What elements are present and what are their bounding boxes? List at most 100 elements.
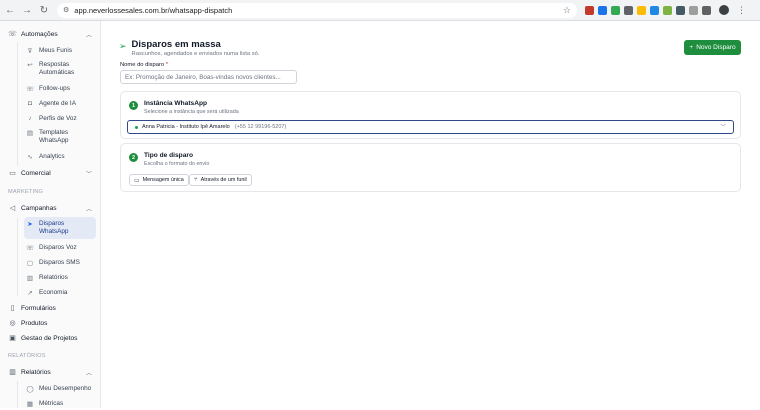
- sidebar-item-label: Respostas Automáticas: [39, 61, 75, 76]
- sidebar-item-label: Follow-ups: [39, 84, 70, 92]
- page-subtitle: Rascunhos, agendados e enviados numa lis…: [131, 51, 260, 57]
- chevron-down-icon: ﹀: [85, 171, 92, 178]
- box-icon: ◎: [9, 320, 16, 327]
- extension-icon[interactable]: [624, 5, 633, 15]
- sidebar-group-label: Comercial: [21, 169, 51, 177]
- branch-icon: ⑂: [194, 177, 198, 183]
- funnel-option[interactable]: ⑂ Através de um funil: [189, 174, 252, 186]
- report-icon: ▥: [9, 369, 16, 376]
- step-number-badge: 2: [129, 153, 138, 162]
- sidebar-item-label: Perfis de Voz: [39, 114, 77, 122]
- site-info-icon[interactable]: ⚙: [63, 6, 69, 14]
- chevron-up-icon: ︿: [85, 206, 92, 213]
- bookmark-star-icon[interactable]: ☆: [563, 5, 571, 16]
- dispatch-name-input[interactable]: [120, 70, 297, 84]
- chevron-up-icon: ︿: [85, 370, 92, 377]
- page-title: Disparos em massa: [131, 39, 221, 50]
- back-icon[interactable]: ←: [3, 3, 17, 17]
- extension-icon[interactable]: [611, 5, 620, 15]
- dispatch-type-title: Tipo de disparo: [144, 152, 193, 159]
- new-dispatch-button[interactable]: + Novo Disparo: [684, 40, 741, 55]
- single-message-option[interactable]: ▭ Mensagem única: [129, 174, 189, 186]
- url-text: app.neverlossesales.com.br/whatsapp-disp…: [74, 5, 233, 15]
- sidebar-group-label: Campanhas: [21, 204, 57, 212]
- sidebar-item-label: Produtos: [21, 319, 48, 327]
- forward-icon[interactable]: →: [20, 3, 34, 17]
- analytics-icon: ∿: [27, 153, 33, 161]
- sidebar-item-metricas[interactable]: ▦ Métricas: [0, 397, 101, 410]
- side-panel-icon[interactable]: [702, 5, 711, 15]
- browser-toolbar: ← → ↻ ⚙ app.neverlossesales.com.br/whats…: [0, 0, 760, 21]
- sidebar-item-disparos-sms[interactable]: ▢ Disparos SMS: [0, 256, 101, 269]
- option-label: Mensagem única: [142, 177, 184, 183]
- plus-icon: +: [689, 44, 694, 51]
- address-bar[interactable]: ⚙ app.neverlossesales.com.br/whatsapp-di…: [57, 2, 577, 18]
- sidebar-item-perfis-voz[interactable]: ♪ Perfis de Voz: [0, 112, 101, 125]
- sidebar-item-label: Economia: [39, 288, 68, 296]
- sidebar-item-meus-funis[interactable]: ⊽ Meus Funis: [0, 44, 101, 57]
- send-icon: ➤: [27, 221, 33, 228]
- form-icon: ▯: [10, 305, 15, 312]
- sidebar-item-relatorios-campanha[interactable]: ▥ Relatórios: [0, 271, 101, 284]
- user-icon: ◯: [26, 385, 34, 393]
- sidebar-item-label: Disparos SMS: [39, 258, 80, 266]
- extension-icon[interactable]: [650, 5, 659, 15]
- required-mark: *: [165, 62, 169, 68]
- extension-icon[interactable]: [598, 5, 607, 15]
- label-text: Nome do disparo: [120, 62, 165, 68]
- sidebar-item-meu-desempenho[interactable]: ◯ Meu Desempenho: [0, 382, 101, 395]
- extension-icon[interactable]: [676, 5, 685, 15]
- sidebar-item-produtos[interactable]: ◎ Produtos: [0, 316, 101, 330]
- sidebar-item-label: Gestao de Projetos: [21, 334, 78, 342]
- status-dot: [135, 125, 138, 129]
- sidebar-item-economia[interactable]: ↗ Economia: [0, 286, 101, 299]
- sidebar-item-agente-ia[interactable]: ◘ Agente de IA: [0, 97, 101, 110]
- instance-select[interactable]: Anna Patricia - Instituto Ipê Amarelo (+…: [127, 120, 734, 134]
- sidebar-item-label: Meus Funis: [39, 46, 73, 54]
- sidebar-item-label: Meu Desempenho: [39, 384, 92, 392]
- report-icon: ▥: [26, 274, 34, 282]
- sidebar-group-automacoes[interactable]: ☏ Automações ︿: [0, 27, 101, 41]
- reload-icon[interactable]: ↻: [37, 3, 51, 17]
- chevron-up-icon: ︿: [85, 32, 92, 39]
- sidebar-item-label: Métricas: [39, 399, 64, 407]
- sidebar-item-label: Agente de IA: [39, 99, 76, 107]
- mic-icon: ♪: [28, 115, 32, 122]
- new-dispatch-label: Novo Disparo: [696, 44, 736, 51]
- dispatch-type-subtitle: Escolha o formato do envio: [144, 161, 210, 167]
- main-content: ➢ Disparos em massa Rascunhos, agendados…: [101, 21, 760, 408]
- extensions-area: ⋮: [585, 5, 746, 15]
- sidebar-item-disparos-voz[interactable]: ☏ Disparos Voz: [0, 241, 101, 254]
- extension-icon[interactable]: [585, 5, 594, 15]
- sidebar-group-label: Automações: [21, 30, 58, 38]
- metrics-icon: ▦: [26, 400, 34, 408]
- sidebar-item-label: Formulários: [21, 304, 56, 312]
- extensions-puzzle-icon[interactable]: [689, 5, 698, 15]
- sidebar-group-relatorios[interactable]: ▥ Relatórios ︿: [0, 365, 101, 379]
- sidebar-item-templates[interactable]: ▤ Templates WhatsApp: [0, 129, 101, 147]
- dispatch-name-label: Nome do disparo *: [120, 62, 168, 68]
- browser-menu-icon[interactable]: ⋮: [737, 5, 746, 15]
- selected-instance-phone: (+55 12 99196-5207): [234, 124, 287, 130]
- robot-icon: ◘: [28, 100, 32, 107]
- extension-icon[interactable]: [663, 5, 672, 15]
- extension-icon[interactable]: [637, 5, 646, 15]
- sidebar-group-label: Relatórios: [21, 368, 51, 376]
- megaphone-icon: ◁: [9, 205, 16, 212]
- sidebar-group-comercial[interactable]: ▭ Comercial ﹀: [0, 166, 101, 180]
- phone-icon: ☏: [26, 85, 35, 93]
- template-icon: ▤: [26, 130, 34, 137]
- step-number-badge: 1: [129, 101, 138, 110]
- sidebar-item-follow-ups[interactable]: ☏ Follow-ups: [0, 82, 101, 95]
- instance-card: 1 Instância WhatsApp Selecione a instânc…: [120, 91, 741, 139]
- sidebar-item-analytics[interactable]: ∿ Analytics: [0, 150, 101, 163]
- sidebar-item-formularios[interactable]: ▯ Formulários: [0, 301, 101, 315]
- sidebar-group-campanhas[interactable]: ◁ Campanhas ︿: [0, 201, 101, 215]
- sidebar-item-respostas[interactable]: ↩ Respostas Automáticas: [0, 61, 101, 79]
- phone-icon: ☏: [8, 31, 17, 38]
- sidebar-item-gestao-projetos[interactable]: ▣ Gestao de Projetos: [0, 331, 101, 345]
- sidebar-item-disparos-whatsapp[interactable]: ➤ Disparos WhatsApp: [0, 220, 101, 238]
- sidebar-item-label: Templates WhatsApp: [39, 129, 69, 144]
- profile-avatar[interactable]: [719, 5, 729, 15]
- selected-instance-name: Anna Patricia - Instituto Ipê Amarelo: [142, 124, 230, 130]
